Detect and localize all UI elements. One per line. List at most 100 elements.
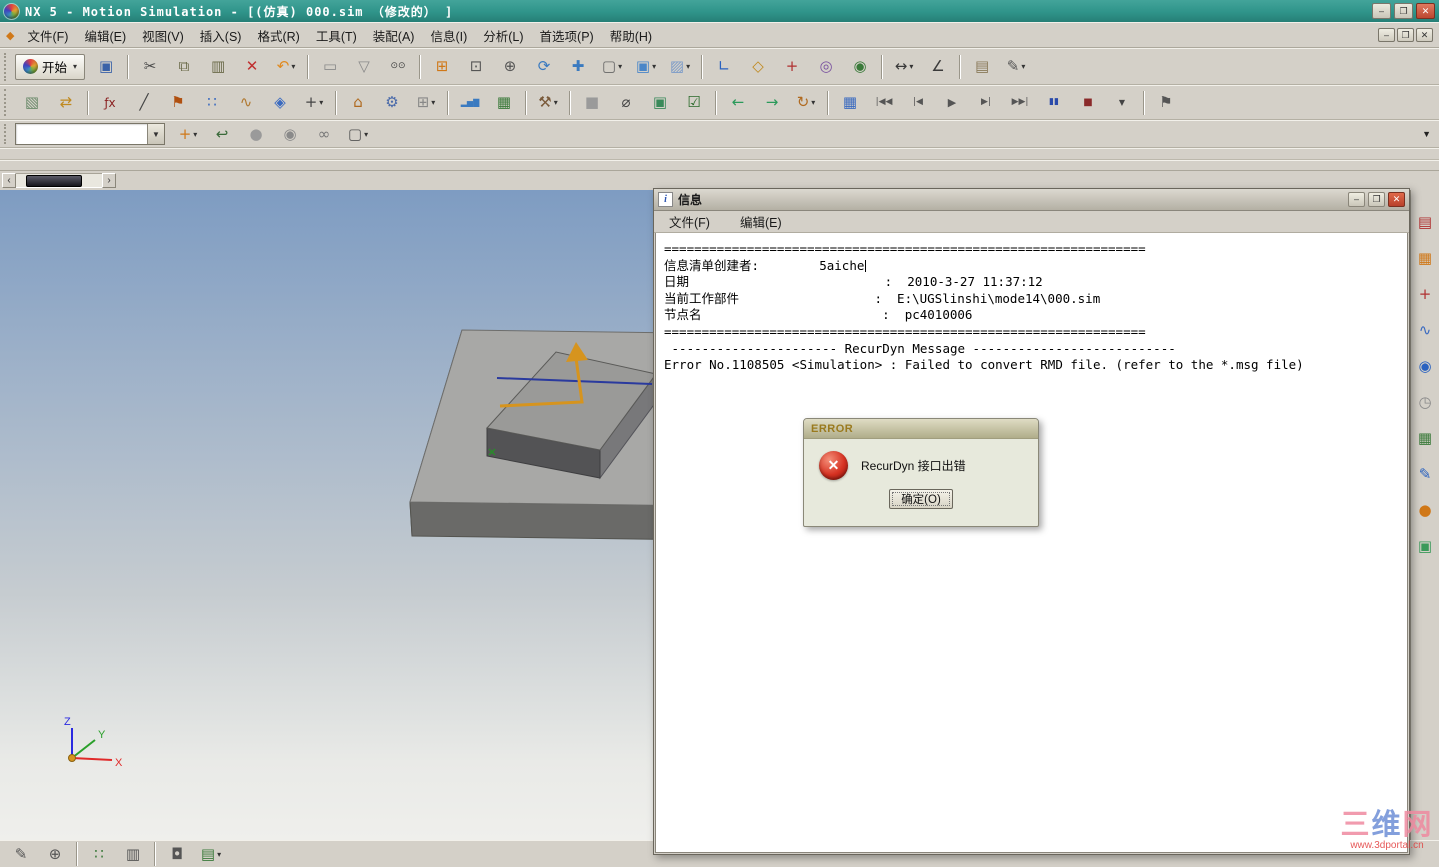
lock-icon[interactable]: ◘ (161, 840, 193, 867)
undo-selection-icon[interactable]: ↩ (206, 120, 238, 149)
expression-icon[interactable]: ƒx (94, 88, 126, 117)
graph-results-icon[interactable]: ∿ (1409, 316, 1439, 344)
start-button[interactable]: 开始 ▾ (15, 53, 86, 80)
cut-icon[interactable]: ✂ (134, 52, 166, 81)
child-close-button[interactable]: ✕ (1416, 28, 1433, 42)
menu-edit[interactable]: 编辑(E) (77, 23, 133, 48)
triad-origin[interactable] (68, 754, 76, 762)
measure-distance-icon[interactable]: ↔ ▾ (888, 52, 920, 81)
paste-icon[interactable]: ▥ (202, 52, 234, 81)
graph-icon[interactable]: ▂▅▇ (454, 88, 486, 117)
toolbar-grip[interactable] (4, 89, 11, 116)
flag-icon[interactable]: ⚑ (162, 88, 194, 117)
window-icon[interactable]: ⊞ ▾ (410, 88, 442, 117)
rendered-view-dropdown-icon[interactable]: ▾ (686, 62, 690, 71)
toolbar-grip[interactable] (4, 123, 11, 145)
forward-icon[interactable]: → (756, 88, 788, 117)
view-triad[interactable]: Z X Y (64, 716, 123, 769)
show-hide-icon[interactable]: ◉ (844, 52, 876, 81)
notes-icon[interactable]: ✎ (1409, 460, 1439, 488)
csys-icon[interactable]: ∟ (708, 52, 740, 81)
point-icon[interactable]: + ▾ (298, 88, 330, 117)
toolbar-overflow-icon[interactable]: ▼ (1422, 129, 1431, 139)
shaded-view-icon[interactable]: ▣ ▾ (630, 52, 662, 81)
rect-select-dropdown-icon[interactable]: ▾ (364, 130, 368, 139)
window-dropdown-icon[interactable]: ▾ (431, 98, 435, 107)
undo-icon[interactable]: ↶ ▾ (270, 52, 302, 81)
annotation-icon[interactable]: ✎ ▾ (1000, 52, 1032, 81)
snap-add-icon[interactable]: + ▾ (172, 120, 204, 149)
pan-icon[interactable]: ✚ (562, 52, 594, 81)
fit-zoom-icon[interactable]: ⊕ (39, 840, 71, 867)
home-icon[interactable]: ⌂ (342, 88, 374, 117)
menu-insert[interactable]: 插入(S) (193, 23, 249, 48)
menu-file[interactable]: 文件(F) (20, 23, 75, 48)
point-dropdown-icon[interactable]: ▾ (319, 98, 323, 107)
point-constructor-icon[interactable]: + (776, 52, 808, 81)
info-minimize-button[interactable]: – (1348, 192, 1365, 207)
zoom-window-icon[interactable]: ⊡ (460, 52, 492, 81)
delete-icon[interactable]: ✕ (236, 52, 268, 81)
solid-icon[interactable]: ■ (576, 88, 608, 117)
reorient-icon[interactable]: ↻ ▾ (790, 88, 822, 117)
layer-settings-dropdown-icon[interactable]: ▾ (217, 850, 221, 859)
info-content[interactable]: ========================================… (655, 233, 1408, 853)
chain-icon[interactable]: ∞ (308, 120, 340, 149)
menu-analysis[interactable]: 分析(L) (476, 23, 530, 48)
restore-button[interactable]: ❐ (1394, 3, 1413, 19)
edit-object-display-icon[interactable]: ✎ (5, 840, 37, 867)
layer-settings-icon[interactable]: ▤ ▾ (195, 840, 227, 867)
speed-dropdown-icon[interactable]: ▼ (1106, 88, 1138, 117)
solve-icon[interactable]: ▦ (834, 88, 866, 117)
snap-points-icon[interactable]: ∷ (83, 840, 115, 867)
zoom-icon[interactable]: ⊕ (494, 52, 526, 81)
slider-right-icon[interactable]: › (102, 173, 116, 188)
step-forward-icon[interactable]: ▶| (970, 88, 1002, 117)
materials-icon[interactable]: ▣ (1409, 532, 1439, 560)
grid-check-icon[interactable]: ☑ (678, 88, 710, 117)
marker-icon[interactable]: ◈ (264, 88, 296, 117)
rendered-view-icon[interactable]: ▨ ▾ (664, 52, 696, 81)
spreadsheet-icon[interactable]: ▦ (488, 88, 520, 117)
web-browser-icon[interactable]: ◉ (1409, 352, 1439, 380)
orient-view-icon[interactable]: ◎ (810, 52, 842, 81)
grid-snap-icon[interactable]: ▦ (1409, 244, 1439, 272)
to-start-icon[interactable]: |◀◀ (868, 88, 900, 117)
start-dropdown-icon[interactable]: ▾ (73, 62, 77, 71)
pattern-icon[interactable]: ∷ (196, 88, 228, 117)
info-menu-file[interactable]: 文件(F) (662, 209, 717, 234)
pause-icon[interactable]: ▮▮ (1038, 88, 1070, 117)
slider-left-icon[interactable]: ‹ (2, 173, 16, 188)
menu-assemblies[interactable]: 装配(A) (366, 23, 422, 48)
undo-dropdown-icon[interactable]: ▾ (291, 62, 295, 71)
play-icon[interactable]: ▶ (936, 88, 968, 117)
shaded-view-dropdown-icon[interactable]: ▾ (652, 62, 656, 71)
measure-angle-icon[interactable]: ∠ (922, 52, 954, 81)
part-window-icon[interactable]: ▧ (16, 88, 48, 117)
save-icon[interactable]: ▣ (90, 52, 122, 81)
info-menu-edit[interactable]: 编辑(E) (733, 209, 789, 234)
title-bar[interactable]: NX 5 - Motion Simulation - [(仿真) 000.sim… (0, 0, 1439, 22)
line-icon[interactable]: ╱ (128, 88, 160, 117)
glasses-icon[interactable]: ⊙⊙ (382, 52, 414, 81)
child-minimize-button[interactable]: – (1378, 28, 1395, 42)
close-button[interactable]: ✕ (1416, 3, 1435, 19)
error-dialog-title-bar[interactable]: ERROR (804, 419, 1038, 439)
step-back-icon[interactable]: |◀ (902, 88, 934, 117)
ruler-icon[interactable]: ▤ (966, 52, 998, 81)
menu-view[interactable]: 视图(V) (135, 23, 191, 48)
ball-icon[interactable]: ● (240, 120, 272, 149)
menu-tools[interactable]: 工具(T) (309, 23, 364, 48)
selection-filter-combobox[interactable]: ▼ (15, 123, 165, 145)
snap-add-dropdown-icon[interactable]: ▾ (193, 130, 197, 139)
combobox-dropdown-icon[interactable]: ▼ (147, 124, 164, 144)
mechanism-icon[interactable]: ⚙ (376, 88, 408, 117)
minimize-button[interactable]: – (1372, 3, 1391, 19)
transform-icon[interactable]: ⇄ (50, 88, 82, 117)
info-title-bar[interactable]: i 信息 – ❐ ✕ (654, 189, 1409, 211)
back-icon[interactable]: ← (722, 88, 754, 117)
sheet-icon[interactable]: ▭ (314, 52, 346, 81)
ok-button[interactable]: 确定(O) (889, 489, 953, 509)
wireframe-dropdown-icon[interactable]: ▾ (618, 62, 622, 71)
wireframe-icon[interactable]: ▢ ▾ (596, 52, 628, 81)
